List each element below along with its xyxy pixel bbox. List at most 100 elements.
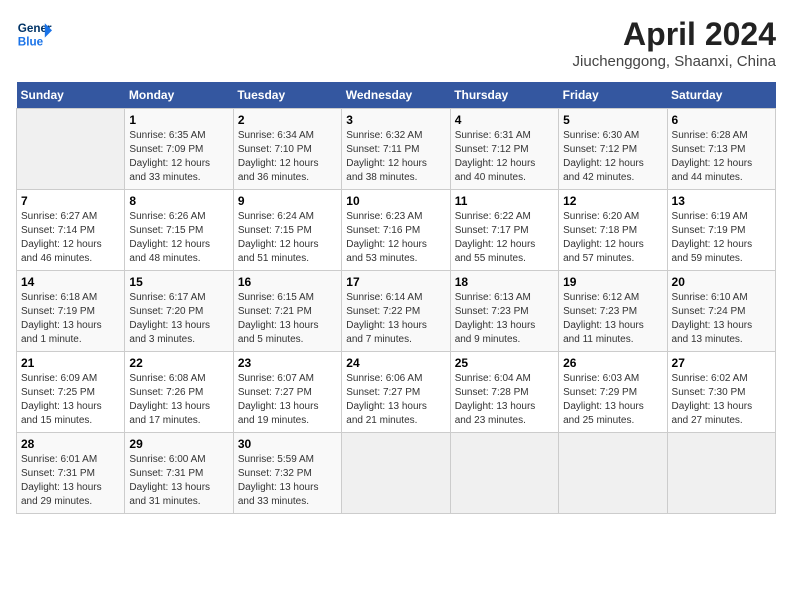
svg-text:Blue: Blue (18, 36, 44, 49)
day-number: 19 (563, 275, 662, 289)
calendar-cell (342, 433, 450, 514)
day-info: Sunrise: 6:24 AMSunset: 7:15 PMDaylight:… (238, 210, 337, 266)
day-number: 12 (563, 194, 662, 208)
calendar-cell: 17Sunrise: 6:14 AMSunset: 7:22 PMDayligh… (342, 271, 450, 352)
day-info: Sunrise: 6:07 AMSunset: 7:27 PMDaylight:… (238, 372, 337, 428)
calendar-cell: 6Sunrise: 6:28 AMSunset: 7:13 PMDaylight… (667, 109, 775, 190)
column-header-tuesday: Tuesday (233, 82, 341, 109)
day-number: 21 (21, 356, 120, 370)
day-number: 1 (129, 113, 228, 127)
day-info: Sunrise: 6:31 AMSunset: 7:12 PMDaylight:… (455, 129, 554, 185)
calendar-cell: 4 Sunrise: 6:31 AMSunset: 7:12 PMDaylight… (450, 109, 558, 190)
day-info: Sunrise: 6:34 AMSunset: 7:10 PMDaylight:… (238, 129, 337, 185)
calendar-cell: 20 Sunrise: 6:10 AMSunset: 7:24 PMDayligh… (667, 271, 775, 352)
calendar-cell: 5 Sunrise: 6:30 AMSunset: 7:12 PMDaylight… (559, 109, 667, 190)
day-number: 7 (21, 194, 120, 208)
calendar-cell: 8 Sunrise: 6:26 AMSunset: 7:15 PMDaylight… (125, 190, 233, 271)
calendar-cell: 13Sunrise: 6:19 AMSunset: 7:19 PMDayligh… (667, 190, 775, 271)
calendar-cell: 11 Sunrise: 6:22 AMSunset: 7:17 PMDayligh… (450, 190, 558, 271)
day-info: Sunrise: 6:18 AMSunset: 7:19 PMDaylight:… (21, 291, 120, 347)
day-number: 3 (346, 113, 445, 127)
column-header-thursday: Thursday (450, 82, 558, 109)
calendar-cell: 9 Sunrise: 6:24 AMSunset: 7:15 PMDaylight… (233, 190, 341, 271)
calendar-cell: 26 Sunrise: 6:03 AMSunset: 7:29 PMDayligh… (559, 352, 667, 433)
calendar-cell (450, 433, 558, 514)
calendar-cell: 1 Sunrise: 6:35 AMSunset: 7:09 PMDaylight… (125, 109, 233, 190)
day-number: 20 (672, 275, 771, 289)
day-info: Sunrise: 6:00 AMSunset: 7:31 PMDaylight:… (129, 453, 228, 509)
calendar-cell: 29 Sunrise: 6:00 AMSunset: 7:31 PMDayligh… (125, 433, 233, 514)
day-number: 29 (129, 437, 228, 451)
day-info: Sunrise: 6:02 AMSunset: 7:30 PMDaylight:… (672, 372, 771, 428)
day-info: Sunrise: 6:30 AMSunset: 7:12 PMDaylight:… (563, 129, 662, 185)
day-number: 24 (346, 356, 445, 370)
day-info: Sunrise: 6:15 AMSunset: 7:21 PMDaylight:… (238, 291, 337, 347)
calendar-cell: 3 Sunrise: 6:32 AMSunset: 7:11 PMDaylight… (342, 109, 450, 190)
day-number: 15 (129, 275, 228, 289)
day-info: Sunrise: 6:17 AMSunset: 7:20 PMDaylight:… (129, 291, 228, 347)
calendar-cell: 22Sunrise: 6:08 AMSunset: 7:26 PMDayligh… (125, 352, 233, 433)
calendar-cell (667, 433, 775, 514)
day-info: Sunrise: 6:20 AMSunset: 7:18 PMDaylight:… (563, 210, 662, 266)
page-header: General Blue April 2024 Jiuchenggong, Sh… (16, 16, 776, 70)
column-header-wednesday: Wednesday (342, 82, 450, 109)
day-info: Sunrise: 6:01 AMSunset: 7:31 PMDaylight:… (21, 453, 120, 509)
day-number: 14 (21, 275, 120, 289)
day-info: Sunrise: 6:22 AMSunset: 7:17 PMDaylight:… (455, 210, 554, 266)
day-info: Sunrise: 6:12 AMSunset: 7:23 PMDaylight:… (563, 291, 662, 347)
calendar-cell: 12 Sunrise: 6:20 AMSunset: 7:18 PMDayligh… (559, 190, 667, 271)
day-number: 25 (455, 356, 554, 370)
logo-icon: General Blue (16, 16, 52, 52)
day-number: 6 (672, 113, 771, 127)
day-info: Sunrise: 6:13 AMSunset: 7:23 PMDaylight:… (455, 291, 554, 347)
column-header-saturday: Saturday (667, 82, 775, 109)
day-info: Sunrise: 6:35 AMSunset: 7:09 PMDaylight:… (129, 129, 228, 185)
day-number: 23 (238, 356, 337, 370)
day-info: Sunrise: 6:06 AMSunset: 7:27 PMDaylight:… (346, 372, 445, 428)
calendar-cell: 19 Sunrise: 6:12 AMSunset: 7:23 PMDayligh… (559, 271, 667, 352)
calendar-cell: 7 Sunrise: 6:27 AMSunset: 7:14 PMDaylight… (17, 190, 125, 271)
day-number: 8 (129, 194, 228, 208)
day-info: Sunrise: 6:03 AMSunset: 7:29 PMDaylight:… (563, 372, 662, 428)
calendar-cell (17, 109, 125, 190)
calendar-cell: 18 Sunrise: 6:13 AMSunset: 7:23 PMDayligh… (450, 271, 558, 352)
calendar-cell: 23 Sunrise: 6:07 AMSunset: 7:27 PMDayligh… (233, 352, 341, 433)
day-number: 27 (672, 356, 771, 370)
day-number: 18 (455, 275, 554, 289)
calendar-cell: 24 Sunrise: 6:06 AMSunset: 7:27 PMDayligh… (342, 352, 450, 433)
day-info: Sunrise: 6:10 AMSunset: 7:24 PMDaylight:… (672, 291, 771, 347)
day-info: Sunrise: 6:32 AMSunset: 7:11 PMDaylight:… (346, 129, 445, 185)
calendar-cell: 16 Sunrise: 6:15 AMSunset: 7:21 PMDayligh… (233, 271, 341, 352)
day-number: 5 (563, 113, 662, 127)
column-header-monday: Monday (125, 82, 233, 109)
subtitle: Jiuchenggong, Shaanxi, China (573, 53, 776, 70)
day-number: 22 (129, 356, 228, 370)
calendar-cell: 15 Sunrise: 6:17 AMSunset: 7:20 PMDayligh… (125, 271, 233, 352)
day-info: Sunrise: 6:04 AMSunset: 7:28 PMDaylight:… (455, 372, 554, 428)
title-block: April 2024 Jiuchenggong, Shaanxi, China (573, 16, 776, 70)
calendar-header-row: SundayMondayTuesdayWednesdayThursdayFrid… (17, 82, 776, 109)
calendar-cell: 25 Sunrise: 6:04 AMSunset: 7:28 PMDayligh… (450, 352, 558, 433)
day-number: 30 (238, 437, 337, 451)
calendar-cell (559, 433, 667, 514)
week-row-4: 21 Sunrise: 6:09 AMSunset: 7:25 PMDayligh… (17, 352, 776, 433)
day-info: Sunrise: 6:23 AMSunset: 7:16 PMDaylight:… (346, 210, 445, 266)
day-info: Sunrise: 6:27 AMSunset: 7:14 PMDaylight:… (21, 210, 120, 266)
calendar-cell: 21 Sunrise: 6:09 AMSunset: 7:25 PMDayligh… (17, 352, 125, 433)
calendar-cell: 27 Sunrise: 6:02 AMSunset: 7:30 PMDayligh… (667, 352, 775, 433)
calendar-cell: 2 Sunrise: 6:34 AMSunset: 7:10 PMDaylight… (233, 109, 341, 190)
day-number: 16 (238, 275, 337, 289)
main-title: April 2024 (573, 16, 776, 53)
day-number: 13 (672, 194, 771, 208)
day-number: 10 (346, 194, 445, 208)
day-info: Sunrise: 6:26 AMSunset: 7:15 PMDaylight:… (129, 210, 228, 266)
day-number: 11 (455, 194, 554, 208)
day-number: 4 (455, 113, 554, 127)
calendar-cell: 28Sunrise: 6:01 AMSunset: 7:31 PMDayligh… (17, 433, 125, 514)
day-number: 26 (563, 356, 662, 370)
day-number: 9 (238, 194, 337, 208)
logo: General Blue (16, 16, 52, 52)
column-header-friday: Friday (559, 82, 667, 109)
day-info: Sunrise: 6:09 AMSunset: 7:25 PMDaylight:… (21, 372, 120, 428)
day-number: 2 (238, 113, 337, 127)
